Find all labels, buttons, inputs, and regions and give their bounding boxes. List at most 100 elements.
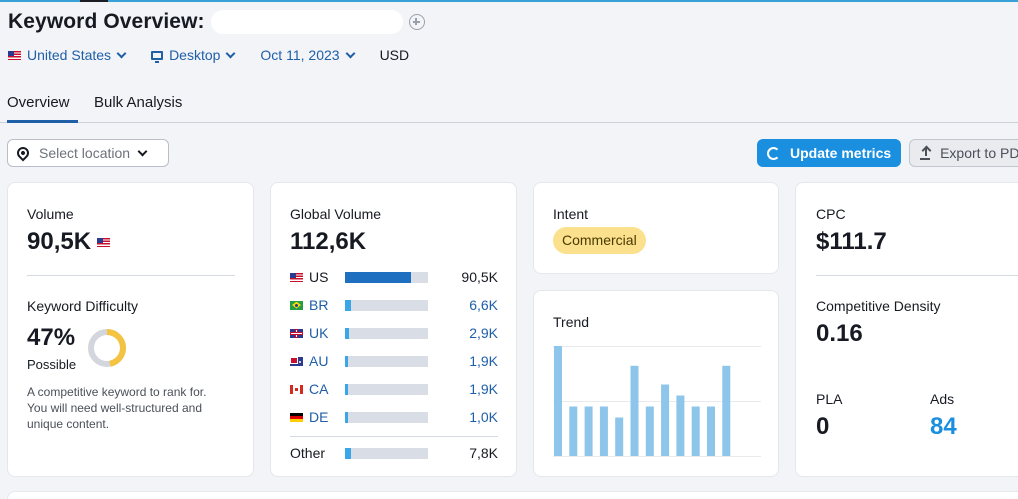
country-row-other: Other 7,8K bbox=[290, 445, 498, 461]
volume-label: Volume bbox=[27, 206, 74, 222]
country-row-de[interactable]: DE 1,0K bbox=[290, 409, 498, 425]
competitive-density-label: Competitive Density bbox=[816, 298, 941, 314]
volume-bar-fill bbox=[345, 271, 411, 283]
chevron-down-icon bbox=[116, 48, 127, 58]
add-circle-icon[interactable] bbox=[408, 14, 425, 30]
country-row-br[interactable]: BR 6,6K bbox=[290, 297, 498, 313]
intent-card: Intent Commercial bbox=[533, 182, 779, 274]
volume-bar-track bbox=[345, 447, 428, 459]
cpc-label: CPC bbox=[816, 206, 846, 222]
tab-bar: Overview Bulk Analysis bbox=[0, 92, 1018, 123]
chevron-down-icon bbox=[137, 146, 148, 156]
country-code[interactable]: UK bbox=[309, 325, 345, 341]
country-code: US bbox=[309, 269, 329, 285]
de-flag-icon bbox=[290, 412, 303, 422]
tab-overview[interactable]: Overview bbox=[7, 94, 78, 123]
au-flag-icon bbox=[290, 356, 303, 366]
top-tab-indicator bbox=[80, 0, 108, 2]
trend-bar bbox=[691, 406, 700, 456]
trend-bar bbox=[599, 406, 608, 456]
country-row-ca[interactable]: CA 1,9K bbox=[290, 381, 498, 397]
location-pin-icon bbox=[14, 144, 32, 162]
country-row-au[interactable]: AU 1,9K bbox=[290, 353, 498, 369]
trend-bar bbox=[645, 406, 654, 456]
country-volume[interactable]: 1,9K bbox=[469, 353, 498, 369]
currency-label: USD bbox=[379, 47, 410, 63]
volume-bar-fill bbox=[345, 383, 348, 395]
country-filter[interactable]: United States bbox=[8, 47, 127, 63]
trend-bar bbox=[554, 346, 562, 456]
volume-bar-fill bbox=[345, 327, 349, 339]
volume-bar-track bbox=[345, 355, 428, 367]
divider bbox=[27, 275, 235, 276]
kd-donut-chart bbox=[88, 329, 126, 367]
country-code[interactable]: BR bbox=[309, 297, 345, 313]
global-volume-card: Global Volume 112,6K US 90,5K BR 6,6K UK… bbox=[270, 182, 517, 477]
cpc-card: CPC $111.7 Competitive Density 0.16 PLA … bbox=[795, 182, 1018, 477]
volume-bar-fill bbox=[345, 355, 348, 367]
chevron-down-icon bbox=[345, 48, 356, 58]
competitive-density-value: 0.16 bbox=[816, 320, 863, 347]
filter-bar: United States Desktop Oct 11, 2023 USD bbox=[8, 47, 409, 63]
update-metrics-button[interactable]: Update metrics bbox=[757, 139, 901, 167]
trend-bar bbox=[615, 417, 624, 456]
ads-value[interactable]: 84 bbox=[930, 413, 957, 441]
trend-bar bbox=[661, 384, 670, 456]
refresh-icon bbox=[767, 146, 780, 160]
country-code[interactable]: CA bbox=[309, 381, 345, 397]
tab-bulk-analysis[interactable]: Bulk Analysis bbox=[94, 94, 182, 111]
kd-value: 47% bbox=[27, 324, 76, 351]
trend-card: Trend bbox=[533, 290, 779, 477]
kd-description: A competitive keyword to rank for. You w… bbox=[27, 385, 207, 431]
page-title: Keyword Overview: bbox=[8, 10, 205, 33]
volume-bar-fill bbox=[345, 411, 348, 423]
intent-label: Intent bbox=[553, 206, 589, 222]
country-volume[interactable]: 2,9K bbox=[469, 325, 498, 341]
divider bbox=[290, 436, 498, 437]
trend-bar bbox=[722, 365, 731, 456]
volume-kd-card: Volume 90,5K Keyword Difficulty 47% Poss… bbox=[7, 182, 254, 477]
pla-label: PLA bbox=[816, 391, 843, 407]
trend-bar bbox=[676, 395, 685, 456]
country-code[interactable]: DE bbox=[309, 409, 345, 425]
volume-bar-track bbox=[345, 299, 428, 311]
volume-value: 90,5K bbox=[27, 228, 92, 255]
redacted-keyword bbox=[210, 10, 403, 34]
desktop-icon bbox=[151, 50, 164, 63]
us-flag-icon bbox=[8, 50, 21, 60]
export-icon bbox=[920, 146, 931, 160]
date-filter-label: Oct 11, 2023 bbox=[260, 47, 340, 63]
kd-level: Possible bbox=[27, 357, 77, 372]
global-volume-value: 112,6K bbox=[290, 228, 367, 255]
device-filter[interactable]: Desktop bbox=[151, 47, 236, 63]
country-volume[interactable]: 6,6K bbox=[469, 297, 498, 313]
intent-badge: Commercial bbox=[553, 227, 646, 254]
country-code[interactable]: AU bbox=[309, 353, 345, 369]
location-select[interactable]: Select location bbox=[7, 139, 169, 167]
country-row-us: US 90,5K bbox=[290, 269, 498, 285]
next-section-card bbox=[7, 491, 1018, 499]
trend-bar bbox=[630, 365, 639, 456]
title-row: Keyword Overview: bbox=[8, 10, 425, 34]
country-volume: 90,5K bbox=[461, 269, 498, 285]
volume-bar-track bbox=[345, 271, 428, 283]
volume-bar-track bbox=[345, 411, 428, 423]
global-volume-label: Global Volume bbox=[290, 206, 382, 222]
volume-bar-fill bbox=[345, 447, 351, 459]
update-metrics-label: Update metrics bbox=[790, 145, 892, 161]
cpc-value: $111.7 bbox=[816, 228, 887, 255]
export-pdf-button[interactable]: Export to PDF bbox=[909, 139, 1018, 167]
date-filter[interactable]: Oct 11, 2023 bbox=[260, 47, 356, 63]
export-label: Export to PDF bbox=[940, 145, 1018, 161]
ads-label: Ads bbox=[930, 391, 955, 407]
us-flag-icon bbox=[97, 237, 111, 247]
trend-bar bbox=[707, 406, 715, 456]
ca-flag-icon bbox=[290, 384, 303, 394]
country-volume[interactable]: 1,0K bbox=[469, 409, 498, 425]
country-row-uk[interactable]: UK 2,9K bbox=[290, 325, 498, 341]
country-volume[interactable]: 1,9K bbox=[469, 381, 498, 397]
trend-label: Trend bbox=[553, 314, 590, 330]
country-volume: 7,8K bbox=[469, 445, 498, 461]
us-flag-icon bbox=[290, 272, 303, 282]
trend-chart bbox=[553, 346, 761, 457]
